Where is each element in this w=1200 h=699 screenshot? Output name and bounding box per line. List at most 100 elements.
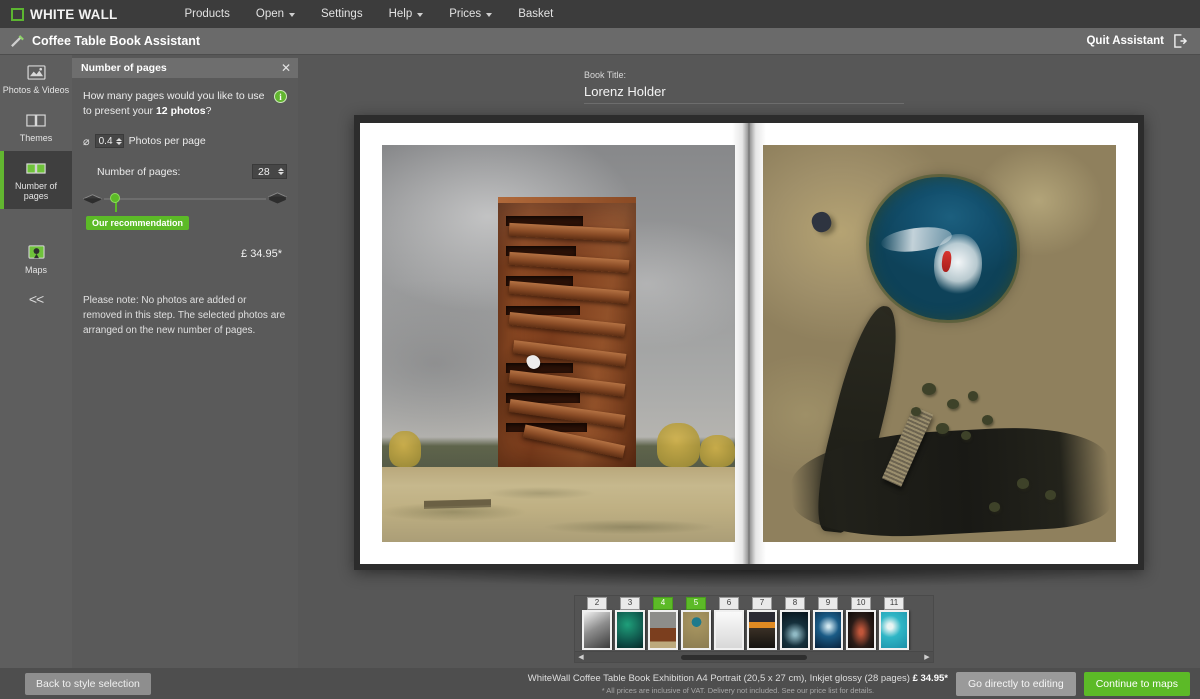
pages-spin-buttons[interactable] — [278, 168, 284, 176]
thumbnail-page-4[interactable]: 4 — [648, 597, 678, 650]
nav-prices-label: Prices — [449, 8, 482, 20]
thumbnail-number: 9 — [818, 597, 838, 610]
photos-per-page-spin-buttons[interactable] — [115, 137, 122, 145]
thumbnail-image — [780, 610, 810, 650]
assistant-header-bar: Coffee Table Book Assistant Quit Assista… — [0, 28, 1200, 55]
quit-assistant-button[interactable]: Quit Assistant — [1086, 34, 1188, 48]
top-navigation-bar: WHITE WALL Products Open Settings Help P… — [0, 0, 1200, 28]
book-title-input[interactable]: Lorenz Holder — [584, 84, 904, 104]
number-of-pages-panel: Number of pages ✕ How many pages would y… — [72, 58, 298, 668]
thumbnail-image — [648, 610, 678, 650]
thumbnail-page-7[interactable]: 7 — [747, 597, 777, 650]
thumbnail-image — [582, 610, 612, 650]
book-page-right[interactable] — [749, 123, 1138, 564]
number-of-pages-row: Number of pages: 28 — [83, 164, 287, 180]
product-summary: WhiteWall Coffee Table Book Exhibition A… — [528, 673, 948, 695]
panel-header: Number of pages ✕ — [72, 58, 298, 78]
average-symbol-icon: ⌀ — [83, 135, 90, 148]
slider-handle[interactable] — [110, 193, 120, 204]
thumbnail-page-10[interactable]: 10 — [846, 597, 876, 650]
nav-help[interactable]: Help — [376, 0, 437, 28]
spin-up-icon[interactable] — [115, 137, 122, 141]
collapse-sidebar-button[interactable]: << — [0, 282, 72, 316]
thumbnail-page-11[interactable]: 11 — [879, 597, 909, 650]
number-of-pages-stepper[interactable]: 28 — [252, 164, 287, 180]
shrub — [946, 399, 959, 410]
thumbnail-image — [846, 610, 876, 650]
thumbnail-page-9[interactable]: 9 — [813, 597, 843, 650]
nav-basket-label: Basket — [518, 8, 554, 20]
autumn-tree — [657, 422, 700, 467]
page-thumbnail-strip: 2 3 4 5 6 7 8 9 10 11 ◀ ▶ — [574, 595, 934, 663]
thumbnail-page-6[interactable]: 6 — [714, 597, 744, 650]
spin-down-icon[interactable] — [115, 141, 122, 145]
thumbnail-image — [615, 610, 645, 650]
nav-prices[interactable]: Prices — [436, 0, 505, 28]
scroll-right-icon[interactable]: ▶ — [921, 653, 933, 661]
thick-book-icon — [268, 191, 287, 204]
thumbnail-number: 3 — [620, 597, 640, 610]
chevron-down-icon — [417, 13, 424, 17]
photos-per-page-stepper[interactable]: 0.4 — [94, 134, 124, 149]
sidebar-item-photos-videos[interactable]: Photos & Videos — [0, 55, 72, 103]
photos-per-page-row: ⌀ 0.4 Photos per page — [83, 134, 287, 149]
tower-top-edge — [498, 197, 637, 203]
sidebar-item-maps[interactable]: Maps — [0, 235, 72, 283]
photos-per-page-value: 0.4 — [98, 135, 113, 147]
book-spread — [360, 123, 1138, 564]
close-icon[interactable]: ✕ — [281, 62, 291, 74]
whitewall-logo[interactable]: WHITE WALL — [11, 7, 117, 22]
go-directly-to-editing-button[interactable]: Go directly to editing — [955, 671, 1076, 696]
exit-icon — [1173, 34, 1188, 48]
image-icon — [2, 64, 70, 81]
info-icon[interactable]: i — [274, 90, 287, 103]
sidebar-item-photos-videos-label: Photos & Videos — [2, 85, 70, 95]
continue-to-maps-button[interactable]: Continue to maps — [1083, 671, 1190, 696]
panel-question-row: How many pages would you like to use to … — [83, 89, 287, 119]
quit-assistant-label: Quit Assistant — [1086, 35, 1164, 47]
two-pages-icon — [2, 160, 70, 177]
left-page-photo — [382, 145, 735, 542]
slider-track[interactable] — [104, 198, 266, 201]
sidebar-item-themes[interactable]: Themes — [0, 103, 72, 151]
thumbnail-page-2[interactable]: 2 — [582, 597, 612, 650]
spin-up-icon[interactable] — [278, 168, 284, 172]
photos-per-page-label: Photos per page — [128, 135, 206, 148]
thumbnail-number: 2 — [587, 597, 607, 610]
back-to-style-selection-button[interactable]: Back to style selection — [25, 672, 151, 695]
shrub — [1017, 478, 1030, 489]
book-shadow — [354, 570, 1144, 588]
thumbnail-number: 11 — [884, 597, 904, 610]
sidebar-item-number-of-pages[interactable]: Number of pages — [0, 150, 72, 209]
thumbnail-page-5[interactable]: 5 — [681, 597, 711, 650]
nav-basket[interactable]: Basket — [505, 0, 566, 28]
scrollbar-thumb[interactable] — [680, 654, 808, 660]
logo-square-icon — [11, 7, 24, 21]
scrollbar-track[interactable] — [587, 652, 921, 663]
nav-products[interactable]: Products — [171, 0, 242, 28]
chevron-down-icon — [486, 13, 493, 17]
thumbnail-image — [813, 610, 843, 650]
thumbnail-number: 5 — [686, 597, 706, 610]
shrub — [935, 422, 949, 434]
thumbnail-image — [747, 610, 777, 650]
panel-question: How many pages would you like to use to … — [83, 89, 268, 119]
slider-knob-stem — [114, 202, 117, 213]
nav-settings[interactable]: Settings — [308, 0, 376, 28]
thumbnail-page-3[interactable]: 3 — [615, 597, 645, 650]
panel-title: Number of pages — [81, 62, 167, 74]
thumbnail-number: 7 — [752, 597, 772, 610]
book-preview[interactable] — [354, 115, 1144, 570]
number-of-pages-slider[interactable] — [83, 185, 287, 215]
logo-text: WHITE WALL — [30, 6, 118, 22]
panel-price: £ 34.95* — [241, 248, 282, 261]
scroll-left-icon[interactable]: ◀ — [575, 653, 587, 661]
book-page-left[interactable] — [360, 123, 749, 564]
open-book-icon — [2, 112, 70, 129]
thumbnail-page-8[interactable]: 8 — [780, 597, 810, 650]
thumbnail-scrollbar[interactable]: ◀ ▶ — [575, 651, 933, 662]
thumbnail-number: 4 — [653, 597, 673, 610]
spin-down-icon[interactable] — [278, 172, 284, 176]
nav-open[interactable]: Open — [243, 0, 308, 28]
book-title-block: Book Title: Lorenz Holder — [584, 70, 904, 104]
